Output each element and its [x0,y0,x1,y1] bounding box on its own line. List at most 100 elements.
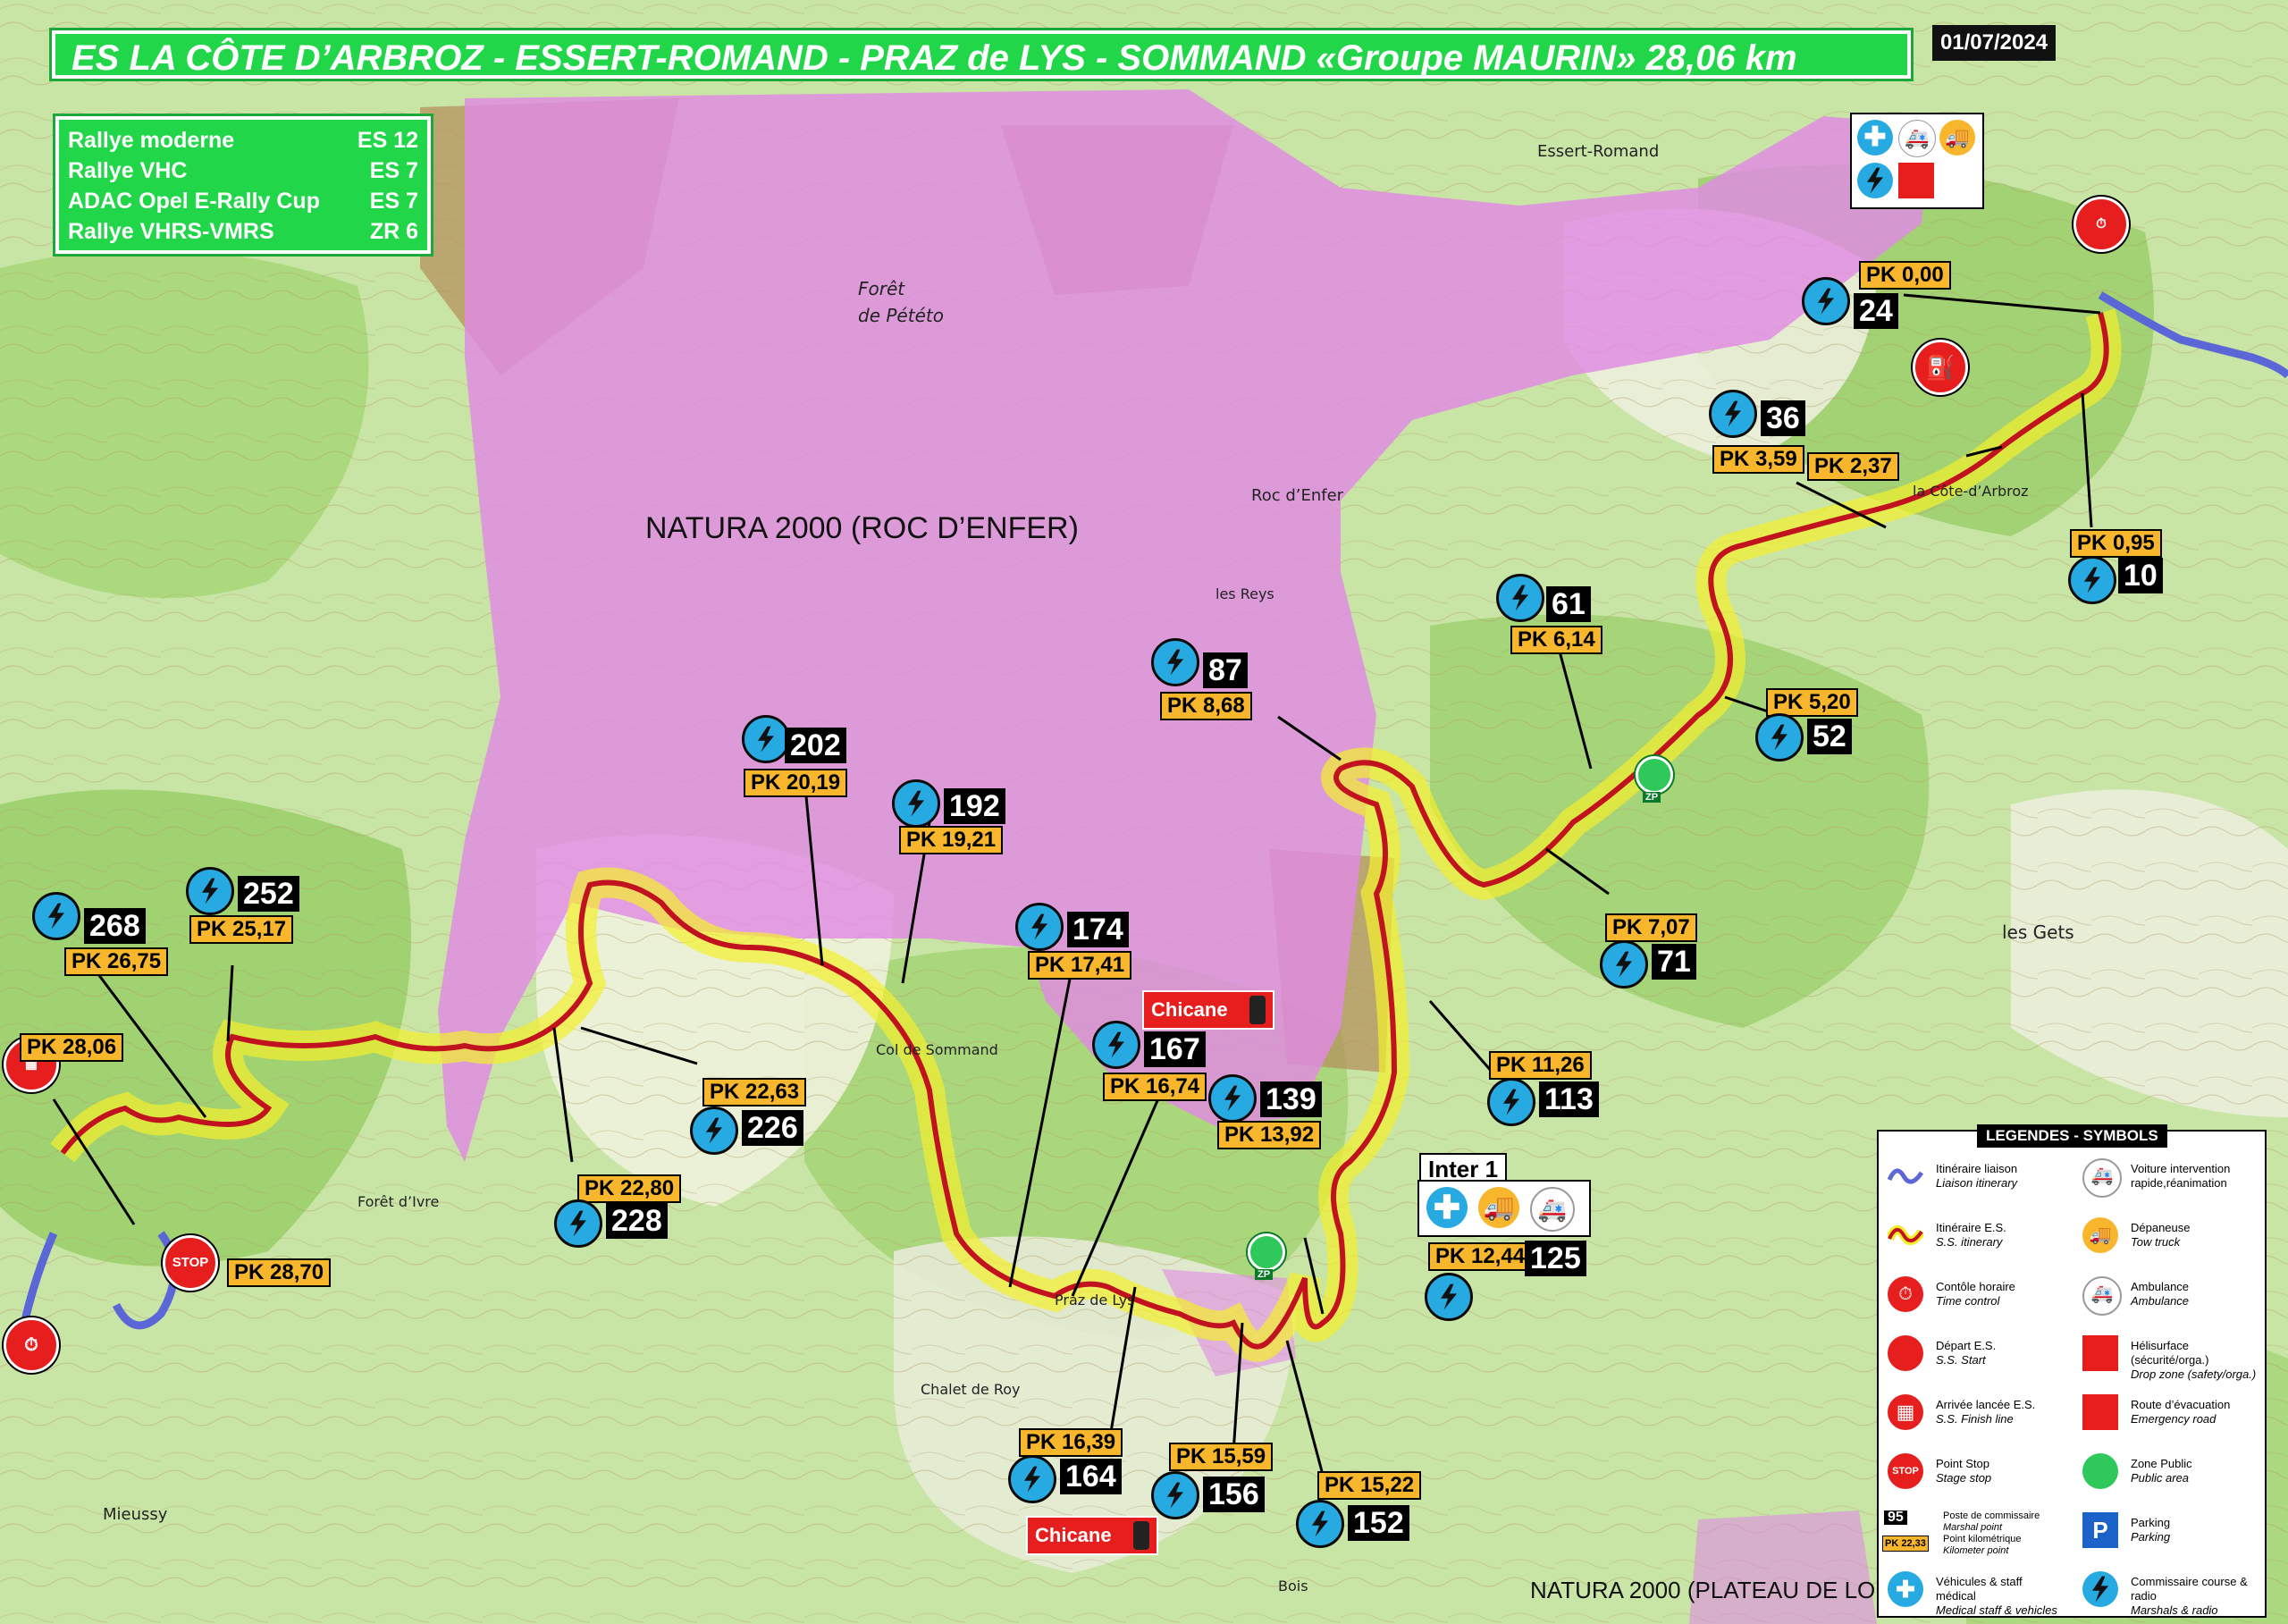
marshal-radio-icon [1015,903,1064,951]
event-stage: ES 7 [369,189,418,214]
legend-fr: Zone Public [2131,1457,2192,1470]
legend-fr: Commissaire course & radio [2131,1575,2248,1603]
public-zone-label: ZP [1255,1269,1274,1280]
natura-label-roc-denfer: NATURA 2000 (ROC D’ENFER) [645,511,1079,545]
public-zone-label: ZP [1643,792,1661,803]
sample-pk-label: PK 22,33 [1882,1536,1929,1552]
marshal-radio-icon [1487,1078,1535,1126]
legend-en: Liaison itinerary [1936,1176,2018,1190]
legend-en: Time control [1936,1294,2000,1308]
ambulance-icon: 🚑 [2082,1276,2122,1316]
natura-label-plateau-loex: NATURA 2000 (PLATEAU DE LOËX) [1530,1577,1914,1603]
pk-label: PK 26,75 [64,947,169,976]
svg-text:Mieussy: Mieussy [103,1505,168,1524]
public-zone-icon [1636,756,1673,794]
pk-label: PK 3,59 [1712,445,1804,474]
pk-label: PK 22,80 [577,1174,682,1203]
legend-item-ambulance: 🚑 Ambulance Ambulance [2074,1267,2261,1326]
event-name: Rallye VHC [68,158,188,183]
svg-text:Essert-Romand: Essert-Romand [1537,142,1659,161]
ambulance-icon: 🚑 [1530,1187,1575,1232]
time-control-icon: ⏱ [1888,1276,1923,1312]
event-stage: ES 12 [357,128,418,153]
legend-item-parking: P Parking Parking [2074,1503,2261,1562]
chicane-marker: Chicane [1142,990,1274,1030]
legend-item-public-zone: Zone Public Public area [2074,1444,2261,1503]
liaison-route-icon [1888,1168,1923,1184]
event-row: ADAC Opel E-Rally Cup ES 7 [68,186,418,216]
svg-text:les Reys: les Reys [1216,585,1274,602]
pk-label: PK 6,14 [1510,626,1602,654]
inter-services-box: ✚ 🚚 🚑 [1417,1180,1591,1237]
ss-itinerary-icon [1888,1225,1923,1245]
marshal-radio-icon [2082,1571,2118,1607]
svg-text:Forêt: Forêt [858,278,905,299]
marshal-post-number: 268 [84,908,146,944]
rescue-car-icon: 🚑 [2082,1158,2122,1198]
medical-icon: ✚ [1888,1571,1923,1607]
marshal-radio-icon [1755,713,1804,762]
marshal-post-number: 71 [1652,944,1696,980]
marshal-post-number: 61 [1546,586,1591,622]
legend-en: Kilometer point [1943,1545,2009,1556]
event-stage: ES 7 [369,158,418,183]
pk-label: PK 28,70 [227,1258,332,1287]
legend-fr: Itinéraire E.S. [1936,1221,2006,1234]
legend-fr: Ambulance [2131,1280,2190,1293]
legend-fr: Route d’évacuation [2131,1398,2231,1411]
svg-text:Chalet de Roy: Chalet de Roy [921,1381,1021,1398]
legend-fr: Poste de commissaire [1943,1510,2040,1521]
legend-item-rescue-car: 🚑 Voiture intervention rapide,réanimatio… [2074,1149,2261,1208]
legend-item-drop-zone: Hélisurface (sécurité/orga.) Drop zone (s… [2074,1326,2261,1385]
legend-fr: Départ E.S. [1936,1339,1997,1352]
legend-fr: Hélisurface (sécurité/orga.) [2131,1339,2209,1367]
svg-text:les Gets: les Gets [2002,921,2074,943]
legend-fr: Point Stop [1936,1457,1989,1470]
legend-fr: Parking [2131,1516,2171,1529]
legend-item-ss-itinerary: Itinéraire E.S. S.S. itinerary [1879,1208,2066,1267]
legend-en: Emergency road [2131,1412,2216,1426]
legend-fr: Contôle horaire [1936,1280,2015,1293]
marshal-radio-icon [32,892,80,940]
legend-fr: Dépaneuse [2131,1221,2191,1234]
pk-label: PK 13,92 [1217,1121,1322,1149]
marshal-radio-icon [1802,277,1850,325]
legend-en: Tow truck [2131,1235,2181,1249]
legend-fr: Voiture intervention rapide,réanimation [2131,1162,2231,1190]
pk-label: PK 11,26 [1489,1051,1592,1080]
chicane-marker: Chicane [1026,1516,1158,1555]
svg-text:la Côte-d’Arbroz: la Côte-d’Arbroz [1913,483,2029,500]
pk-label: PK 0,95 [2070,529,2162,558]
legend-item-medical: ✚ Véhicules & staff médical Medical staff… [1879,1562,2066,1621]
legend-en: Public area [2131,1471,2190,1485]
legend-item-tow-truck: 🚚 Dépaneuse Tow truck [2074,1208,2261,1267]
marshal-radio-icon [554,1199,602,1248]
time-control-icon: ⏱ [2074,197,2129,252]
svg-text:Col de Sommand: Col de Sommand [876,1041,998,1058]
legend-item-marshals-radio: Commissaire course & radio Marshals & rad… [2074,1562,2261,1621]
marshal-radio-icon [1496,574,1544,622]
legend-en: S.S. Finish line [1936,1412,2014,1426]
legend-panel: LEGENDES - SYMBOLS Itinéraire liaison Lia… [1877,1124,2267,1621]
chicane-label: Chicane [1035,1524,1112,1546]
time-control-icon: ⏱ [4,1317,59,1373]
marshal-post-number: 174 [1067,912,1129,947]
tow-truck-icon: 🚚 [1478,1187,1519,1228]
marshal-radio-icon [1208,1074,1257,1123]
event-stage: ZR 6 [369,219,418,244]
stage-stop-icon: STOP [163,1235,218,1291]
marshal-post-number: 167 [1144,1031,1206,1067]
legend-en: Parking [2131,1530,2171,1544]
legend-item-finish: ▦ Arrivée lancée E.S. S.S. Finish line [1879,1385,2066,1444]
tow-truck-icon: 🚚 [2082,1217,2118,1253]
marshal-post-number: 192 [944,788,1005,824]
marshal-radio-icon [742,715,790,763]
svg-text:Forêt d’Ivre: Forêt d’Ivre [358,1193,439,1210]
pk-label: PK 7,07 [1605,913,1697,942]
legend-item-time-control: ⏱ Contôle horaire Time control [1879,1267,2066,1326]
marshal-radio-icon [1296,1500,1344,1548]
pk-label: PK 19,21 [899,826,1004,854]
drop-zone-icon [1898,163,1934,198]
pk-label: PK 15,59 [1169,1443,1274,1471]
marshal-radio-icon [1151,1471,1199,1519]
